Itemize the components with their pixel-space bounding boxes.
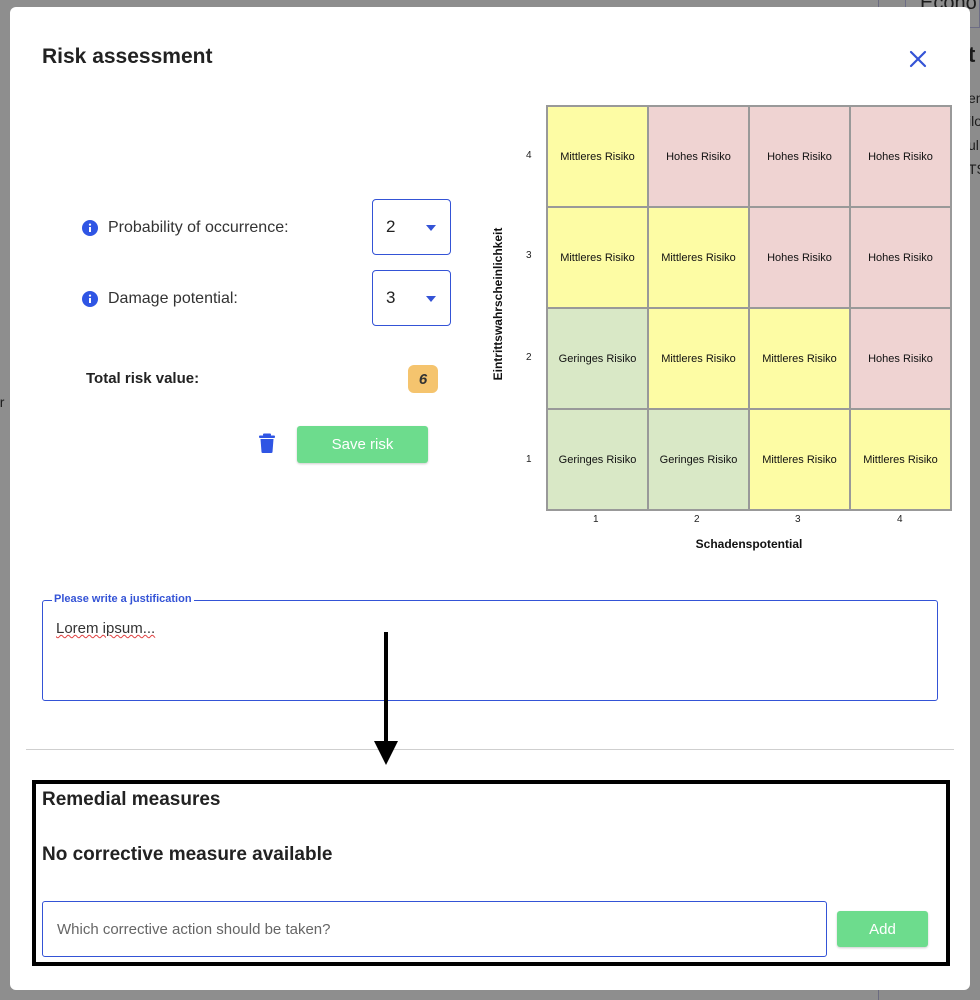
- matrix-cell: Mittleres Risiko: [547, 106, 648, 207]
- justification-value: Lorem ipsum...: [56, 620, 156, 637]
- justification-textarea[interactable]: [42, 600, 938, 701]
- y-axis-label: Eintrittswahrscheinlichkeit: [491, 227, 505, 381]
- background-text: or: [0, 394, 5, 410]
- matrix-cell: Geringes Risiko: [547, 308, 648, 409]
- modal-title: Risk assessment: [42, 45, 213, 68]
- damage-select[interactable]: 3: [372, 270, 451, 326]
- y-tick: 2: [526, 352, 532, 363]
- matrix-cell: Geringes Risiko: [547, 409, 648, 510]
- save-risk-button[interactable]: Save risk: [297, 426, 428, 463]
- chevron-down-icon: [426, 225, 436, 231]
- y-tick: 4: [526, 150, 532, 161]
- matrix-cell: Hohes Risiko: [850, 207, 951, 308]
- add-button[interactable]: Add: [837, 911, 928, 947]
- matrix-cell: Mittleres Risiko: [749, 409, 850, 510]
- close-icon: [909, 50, 927, 68]
- empty-measures-message: No corrective measure available: [42, 844, 333, 865]
- matrix-cell: Hohes Risiko: [648, 106, 749, 207]
- justification-label: Please write a justification: [52, 593, 194, 605]
- x-tick: 4: [897, 514, 903, 525]
- close-button[interactable]: [906, 47, 930, 71]
- matrix-cell: Geringes Risiko: [648, 409, 749, 510]
- info-icon[interactable]: [82, 291, 98, 307]
- info-icon[interactable]: [82, 220, 98, 236]
- chevron-down-icon: [426, 296, 436, 302]
- matrix-cell: Hohes Risiko: [850, 308, 951, 409]
- probability-select[interactable]: 2: [372, 199, 451, 255]
- probability-label: Probability of occurrence:: [108, 219, 289, 236]
- annotation-arrow-shaft: [384, 632, 388, 747]
- x-axis-label: Schadenspotential: [695, 537, 803, 551]
- damage-value: 3: [386, 288, 396, 307]
- trash-icon: [259, 433, 275, 453]
- y-tick: 1: [526, 454, 532, 465]
- x-tick: 1: [593, 514, 599, 525]
- probability-value: 2: [386, 217, 396, 236]
- matrix-cell: Mittleres Risiko: [648, 308, 749, 409]
- damage-label: Damage potential:: [108, 290, 238, 307]
- matrix-cell: Mittleres Risiko: [850, 409, 951, 510]
- arrow-down-icon: [374, 741, 398, 765]
- background-text: gi: [0, 650, 1, 666]
- x-tick: 3: [795, 514, 801, 525]
- total-risk-badge: 6: [408, 365, 438, 393]
- x-tick: 2: [694, 514, 700, 525]
- matrix-cell: Mittleres Risiko: [648, 207, 749, 308]
- matrix-cell: Hohes Risiko: [749, 106, 850, 207]
- damage-row: Damage potential:: [82, 290, 238, 308]
- corrective-action-input[interactable]: [42, 901, 827, 957]
- probability-row: Probability of occurrence:: [82, 219, 289, 237]
- risk-matrix: Mittleres Risiko Hohes Risiko Hohes Risiko…: [546, 105, 952, 511]
- matrix-cell: Mittleres Risiko: [749, 308, 850, 409]
- matrix-cell: Hohes Risiko: [749, 207, 850, 308]
- matrix-cell: Hohes Risiko: [850, 106, 951, 207]
- risk-assessment-modal: Risk assessment Probability of occurrenc…: [10, 7, 970, 990]
- section-divider: [26, 749, 954, 750]
- y-tick: 3: [526, 250, 532, 261]
- remedial-title: Remedial measures: [42, 789, 221, 810]
- matrix-cell: Mittleres Risiko: [547, 207, 648, 308]
- delete-button[interactable]: [258, 433, 276, 453]
- total-risk-label: Total risk value:: [86, 370, 200, 387]
